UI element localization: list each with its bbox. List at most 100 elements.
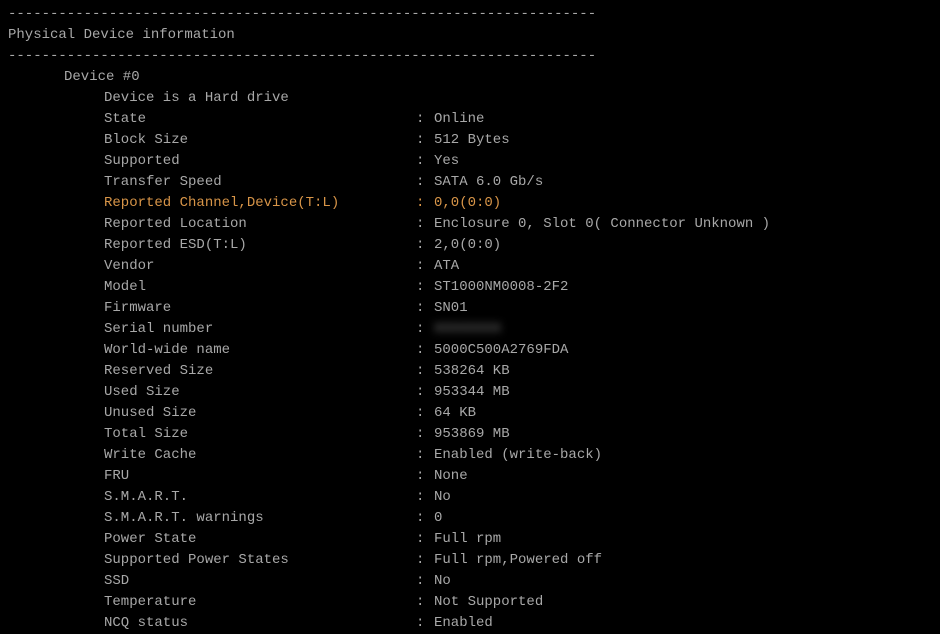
property-label: SSD (8, 571, 416, 592)
property-value: ST1000NM0008-2F2 (434, 277, 932, 298)
property-row: Total Size:953869 MB (8, 424, 932, 445)
property-colon: : (416, 508, 434, 529)
property-label: Power State (8, 529, 416, 550)
property-value: Full rpm (434, 529, 932, 550)
property-colon: : (416, 256, 434, 277)
property-value: SN01 (434, 298, 932, 319)
property-value: None (434, 466, 932, 487)
property-row: Vendor:ATA (8, 256, 932, 277)
property-colon: : (416, 487, 434, 508)
property-label: FRU (8, 466, 416, 487)
property-row: Firmware:SN01 (8, 298, 932, 319)
property-colon: : (416, 193, 434, 214)
separator-top: ----------------------------------------… (8, 4, 932, 25)
property-label: S.M.A.R.T. warnings (8, 508, 416, 529)
property-row: FRU:None (8, 466, 932, 487)
property-colon: : (416, 613, 434, 634)
property-row: Supported Power States:Full rpm,Powered … (8, 550, 932, 571)
property-colon: : (416, 403, 434, 424)
property-row: Reserved Size:538264 KB (8, 361, 932, 382)
property-colon: : (416, 298, 434, 319)
property-value: 953869 MB (434, 424, 932, 445)
property-colon: : (416, 130, 434, 151)
property-row: World-wide name:5000C500A2769FDA (8, 340, 932, 361)
property-row: SSD:No (8, 571, 932, 592)
property-row: Unused Size:64 KB (8, 403, 932, 424)
property-row: Block Size:512 Bytes (8, 130, 932, 151)
property-row: Serial number:XXXXXXXX (8, 319, 932, 340)
device-header: Device #0 (8, 67, 932, 88)
property-colon: : (416, 382, 434, 403)
property-value: Enclosure 0, Slot 0( Connector Unknown ) (434, 214, 932, 235)
property-colon: : (416, 172, 434, 193)
property-label: Total Size (8, 424, 416, 445)
property-label: Transfer Speed (8, 172, 416, 193)
property-label: Reported Channel,Device(T:L) (8, 193, 416, 214)
property-value: 2,0(0:0) (434, 235, 932, 256)
property-colon: : (416, 214, 434, 235)
property-value: Full rpm,Powered off (434, 550, 932, 571)
property-row: S.M.A.R.T. warnings:0 (8, 508, 932, 529)
property-colon: : (416, 571, 434, 592)
property-label: Unused Size (8, 403, 416, 424)
property-row: Model:ST1000NM0008-2F2 (8, 277, 932, 298)
property-label: Reserved Size (8, 361, 416, 382)
property-label: Supported Power States (8, 550, 416, 571)
property-label: Vendor (8, 256, 416, 277)
property-row: State:Online (8, 109, 932, 130)
property-value: Enabled (write-back) (434, 445, 932, 466)
property-label: Write Cache (8, 445, 416, 466)
property-colon: : (416, 319, 434, 340)
property-row: Reported Channel,Device(T:L):0,0(0:0) (8, 193, 932, 214)
property-value: No (434, 487, 932, 508)
property-value: SATA 6.0 Gb/s (434, 172, 932, 193)
property-colon: : (416, 445, 434, 466)
property-row: S.M.A.R.T.:No (8, 487, 932, 508)
property-row: Supported:Yes (8, 151, 932, 172)
property-colon: : (416, 361, 434, 382)
property-label: Reported ESD(T:L) (8, 235, 416, 256)
property-colon: : (416, 424, 434, 445)
property-label: S.M.A.R.T. (8, 487, 416, 508)
property-value: 953344 MB (434, 382, 932, 403)
property-value: 512 Bytes (434, 130, 932, 151)
property-colon: : (416, 340, 434, 361)
property-label: Reported Location (8, 214, 416, 235)
property-label: NCQ status (8, 613, 416, 634)
property-label: Block Size (8, 130, 416, 151)
property-label: Serial number (8, 319, 416, 340)
property-row: Power State:Full rpm (8, 529, 932, 550)
property-row: Transfer Speed:SATA 6.0 Gb/s (8, 172, 932, 193)
section-title: Physical Device information (8, 25, 932, 46)
property-colon: : (416, 277, 434, 298)
property-value: 5000C500A2769FDA (434, 340, 932, 361)
property-value: 0 (434, 508, 932, 529)
property-value: Enabled (434, 613, 932, 634)
property-row: Used Size:953344 MB (8, 382, 932, 403)
property-label: Model (8, 277, 416, 298)
property-value: No (434, 571, 932, 592)
property-label: Firmware (8, 298, 416, 319)
device-properties-list: State:OnlineBlock Size:512 BytesSupporte… (8, 109, 932, 634)
property-label: World-wide name (8, 340, 416, 361)
property-colon: : (416, 151, 434, 172)
property-colon: : (416, 529, 434, 550)
property-row: Reported Location:Enclosure 0, Slot 0( C… (8, 214, 932, 235)
property-value: Online (434, 109, 932, 130)
property-value: 538264 KB (434, 361, 932, 382)
property-colon: : (416, 550, 434, 571)
property-value: 64 KB (434, 403, 932, 424)
property-value: ATA (434, 256, 932, 277)
property-label: State (8, 109, 416, 130)
separator-mid: ----------------------------------------… (8, 46, 932, 67)
device-description: Device is a Hard drive (8, 88, 932, 109)
property-row: NCQ status:Enabled (8, 613, 932, 634)
property-colon: : (416, 466, 434, 487)
property-colon: : (416, 235, 434, 256)
property-label: Supported (8, 151, 416, 172)
property-value: 0,0(0:0) (434, 193, 932, 214)
property-colon: : (416, 109, 434, 130)
property-label: Used Size (8, 382, 416, 403)
property-row: Write Cache:Enabled (write-back) (8, 445, 932, 466)
property-value: Yes (434, 151, 932, 172)
